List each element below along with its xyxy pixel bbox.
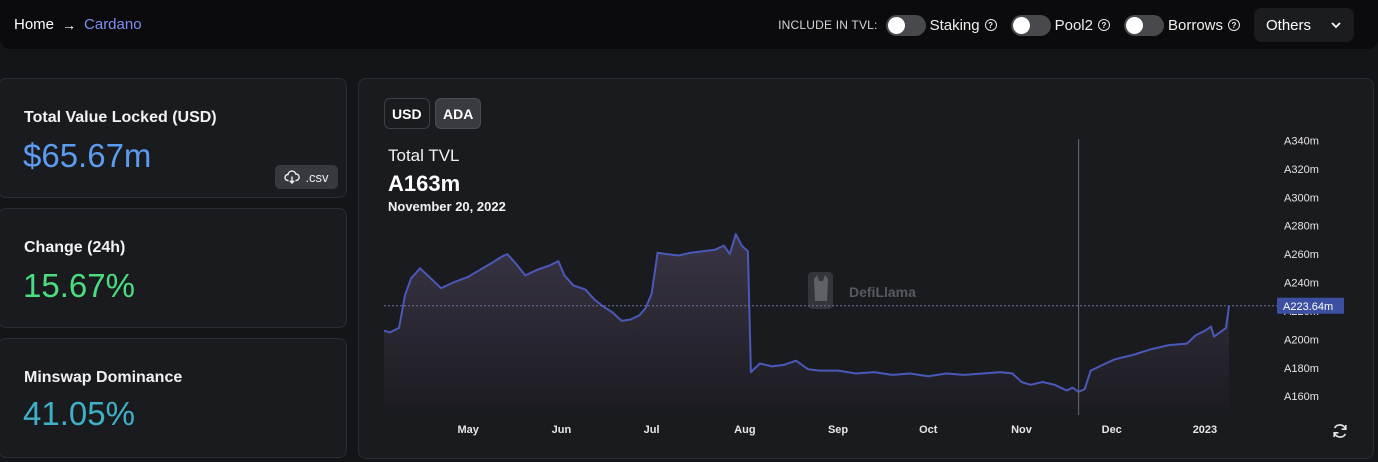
x-tick-label: 2023	[1193, 424, 1217, 436]
change-label: Change (24h)	[24, 239, 126, 256]
change-card: Change (24h) 15.67%	[0, 208, 347, 328]
switch-knob	[1125, 16, 1143, 34]
tvl-area	[384, 234, 1229, 409]
borrows-switch[interactable]	[1123, 14, 1164, 36]
staking-label: Staking	[929, 16, 980, 34]
tvl-chart[interactable]: DefiLlama A160mA180mA200mA220mA240mA260m…	[359, 79, 1373, 458]
chevron-down-icon	[1331, 22, 1341, 29]
x-tick-label: Aug	[734, 424, 755, 436]
tooltip-title: Total TVL	[388, 146, 460, 165]
x-tick-label: Dec	[1102, 424, 1122, 436]
pool2-toggle[interactable]: Pool2 ?	[1010, 14, 1110, 36]
y-tick-label: A340m	[1284, 135, 1319, 147]
x-tick-label: Nov	[1011, 424, 1033, 436]
help-icon[interactable]: ?	[984, 19, 997, 31]
csv-download-button[interactable]: .csv	[275, 165, 338, 189]
watermark-text: DefiLlama	[849, 284, 916, 300]
x-tick-label: May	[457, 424, 479, 436]
y-axis: A160mA180mA200mA220mA240mA260mA280mA300m…	[1284, 135, 1319, 403]
breadcrumb: Home → Cardano	[14, 16, 142, 33]
help-icon[interactable]: ?	[1228, 19, 1240, 31]
x-axis: May Jun Jul Aug Sep Oct Nov Dec 2023	[457, 424, 1217, 436]
x-tick-label: Jul	[644, 424, 660, 436]
change-value: 15.67%	[23, 267, 135, 304]
y-tick-label: A300m	[1284, 192, 1319, 204]
borrows-label: Borrows	[1167, 16, 1223, 34]
arrow-right-icon: →	[62, 16, 77, 33]
others-label: Others	[1266, 16, 1312, 34]
y-tick-label: A200m	[1284, 334, 1319, 346]
switch-knob	[1012, 16, 1030, 34]
y-tick-label: A320m	[1284, 164, 1319, 176]
help-icon[interactable]: ?	[1097, 19, 1110, 31]
breadcrumb-current[interactable]: Cardano	[84, 16, 142, 33]
breadcrumb-home-link[interactable]: Home	[14, 16, 54, 33]
current-value-tag: A223.64m	[1277, 297, 1344, 314]
current-value-tag-text: A223.64m	[1283, 301, 1333, 313]
staking-toggle[interactable]: Staking ?	[885, 14, 997, 36]
csv-label: .csv	[305, 169, 329, 185]
x-tick-label: Oct	[919, 424, 938, 436]
tvl-value: $65.67m	[23, 137, 152, 174]
others-dropdown[interactable]: Others	[1254, 8, 1354, 42]
pool2-label: Pool2	[1054, 16, 1093, 34]
dominance-card: Minswap Dominance 41.05%	[0, 338, 347, 458]
y-tick-label: A280m	[1284, 221, 1319, 233]
cloud-download-icon	[284, 170, 301, 184]
staking-switch[interactable]	[885, 14, 926, 36]
y-tick-label: A180m	[1284, 363, 1319, 375]
x-tick-label: Sep	[828, 424, 848, 436]
defillama-watermark: DefiLlama	[808, 272, 916, 309]
dominance-label: Minswap Dominance	[24, 369, 183, 386]
y-tick-label: A260m	[1284, 249, 1319, 261]
borrows-toggle[interactable]: Borrows ?	[1123, 14, 1240, 36]
refresh-icon[interactable]	[1331, 422, 1349, 440]
tvl-label: Total Value Locked (USD)	[24, 109, 217, 126]
tooltip-value: A163m	[388, 171, 461, 196]
pool2-switch[interactable]	[1010, 14, 1051, 36]
tvl-options: INCLUDE IN TVL: Staking ? Pool2 ? Borrow…	[778, 8, 1354, 42]
top-bar: Home → Cardano INCLUDE IN TVL: Staking ?…	[0, 0, 1378, 49]
switch-knob	[887, 16, 905, 34]
include-in-tvl-label: INCLUDE IN TVL:	[778, 18, 878, 32]
y-tick-label: A160m	[1284, 391, 1319, 403]
dominance-value: 41.05%	[23, 395, 135, 432]
tooltip-date: November 20, 2022	[388, 199, 506, 214]
tvl-card: Total Value Locked (USD) $65.67m .csv	[0, 78, 347, 198]
x-tick-label: Jun	[552, 424, 572, 436]
chart-panel: USD ADA DefiLlama A160mA180mA200mA220mA2…	[358, 78, 1374, 459]
y-tick-label: A240m	[1284, 278, 1319, 290]
